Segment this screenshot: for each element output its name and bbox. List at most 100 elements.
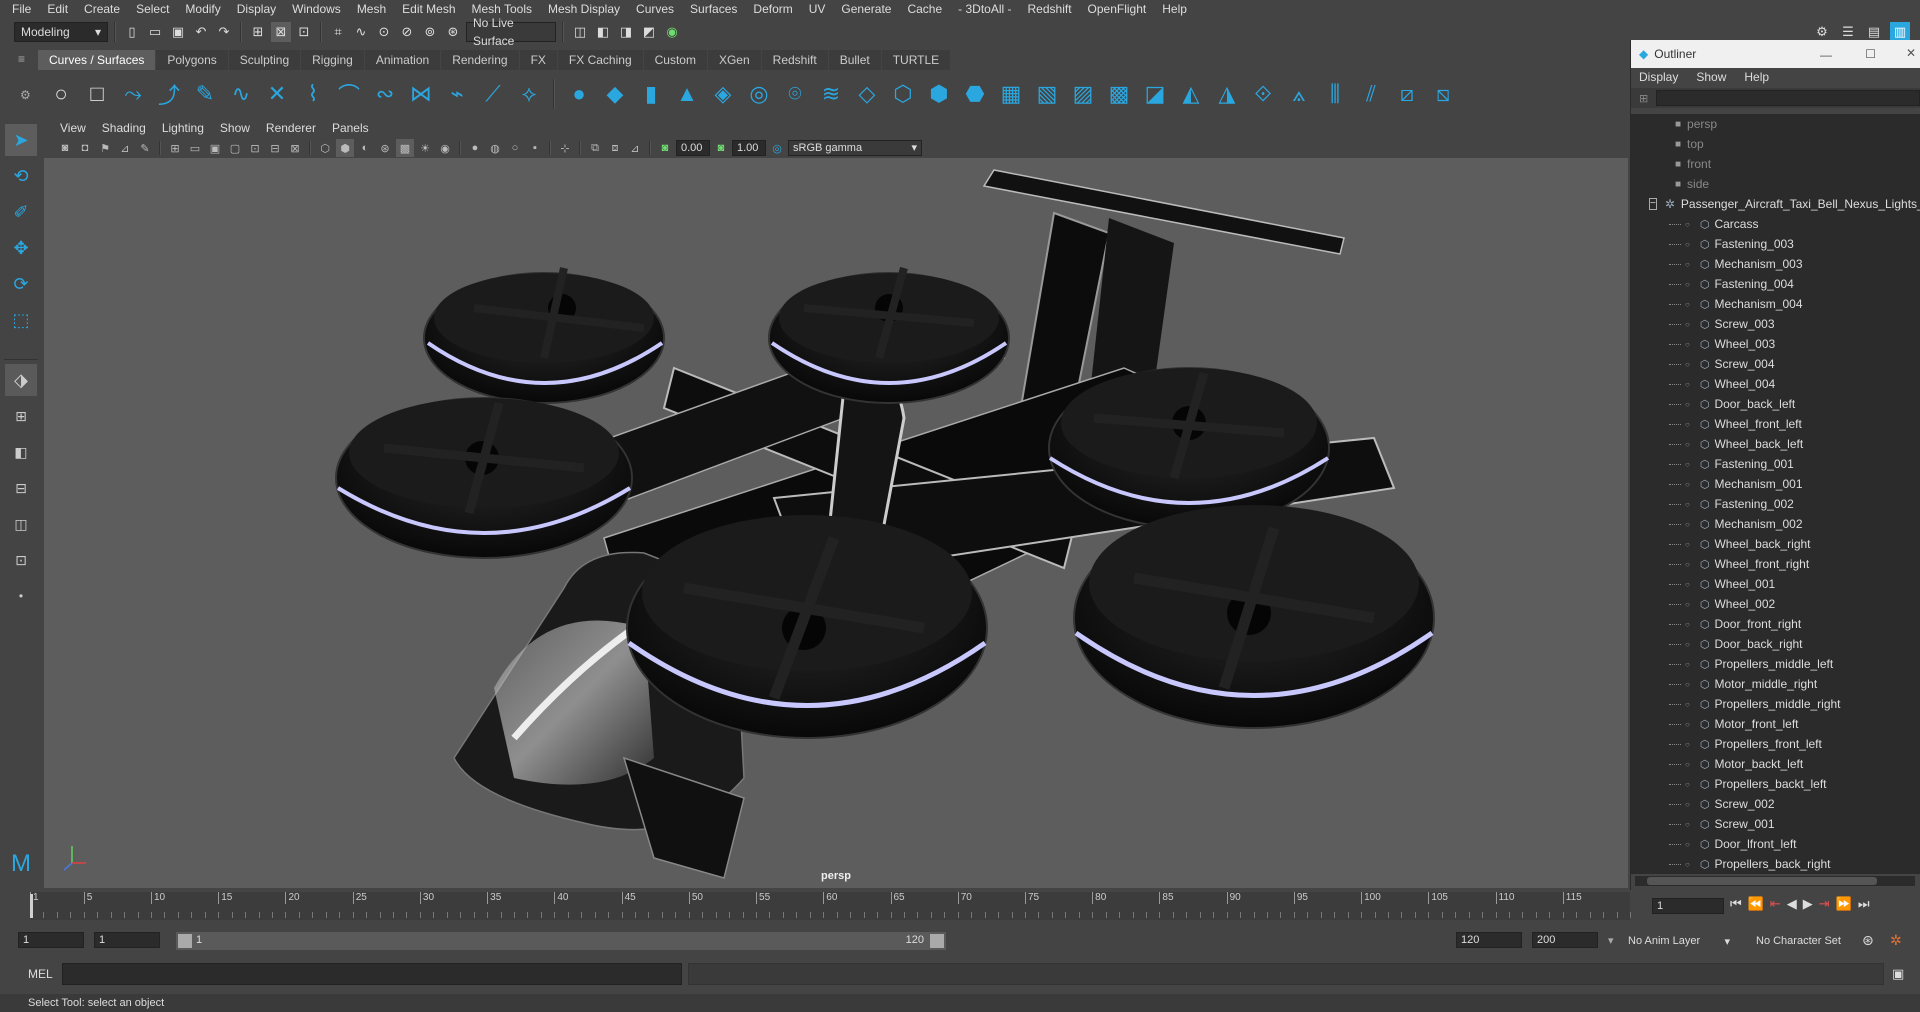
- shelf-menu-icon[interactable]: ≡: [18, 52, 32, 66]
- new-scene-icon[interactable]: ▯: [122, 22, 142, 42]
- workspace-selector[interactable]: Modeling ▾: [14, 22, 108, 42]
- depth-of-field-icon[interactable]: ▪: [526, 139, 544, 157]
- outliner-item-mesh[interactable]: ○ ⬡ Fastening_003: [1631, 234, 1920, 254]
- hypershade-icon[interactable]: ◩: [639, 22, 659, 42]
- end-time-field[interactable]: 200: [1532, 932, 1598, 948]
- curve-detach-icon[interactable]: ⌒: [334, 79, 364, 109]
- planar-icon[interactable]: ◇: [852, 79, 882, 109]
- extrude-icon[interactable]: ⬡: [888, 79, 918, 109]
- menu-generate[interactable]: Generate: [833, 0, 899, 18]
- gamma-field[interactable]: 1.00: [732, 140, 766, 156]
- exposure-icon[interactable]: ◙: [656, 139, 674, 157]
- colorspace-selector[interactable]: sRGB gamma ▾: [788, 140, 922, 156]
- bevel-plus-icon[interactable]: ▧: [1032, 79, 1062, 109]
- outliner-item-root-group[interactable]: − ✲ Passenger_Aircraft_Taxi_Bell_Nexus_Lig…: [1631, 194, 1920, 214]
- nurbs-sphere-icon[interactable]: ●: [564, 79, 594, 109]
- outliner-item-mesh[interactable]: ○ ⬡ Wheel_004: [1631, 374, 1920, 394]
- image-plane-icon[interactable]: ⊿: [116, 139, 134, 157]
- outliner-item-camera[interactable]: ■ persp: [1631, 114, 1920, 134]
- outliner-item-mesh[interactable]: ○ ⬡ Wheel_001: [1631, 574, 1920, 594]
- animation-preferences-icon[interactable]: ✲: [1890, 932, 1902, 949]
- shelf-tab-animation[interactable]: Animation: [364, 50, 441, 70]
- time-ruler[interactable]: 1 5 10 15 20 25 30 35 40 45 50 55 60 65 70 75 80 85 90 95 10…: [30, 892, 1631, 920]
- outliner-item-camera[interactable]: ■ top: [1631, 134, 1920, 154]
- square-surface-icon[interactable]: ▦: [996, 79, 1026, 109]
- panel-menu-renderer[interactable]: Renderer: [258, 121, 324, 135]
- shelf-tab-sculpting[interactable]: Sculpting: [228, 50, 301, 70]
- screen-space-ao-icon[interactable]: ●: [466, 139, 484, 157]
- shelf-tab-xgen[interactable]: XGen: [707, 50, 761, 70]
- perspective-uv-layout-icon[interactable]: ◫: [5, 508, 37, 540]
- detach-surfaces-icon[interactable]: ⟐: [1248, 79, 1278, 109]
- auto-key-icon[interactable]: ⊛: [1862, 932, 1874, 949]
- outliner-search[interactable]: ⊞: [1631, 88, 1920, 108]
- panel-menu-shading[interactable]: Shading: [94, 121, 154, 135]
- outliner-item-mesh[interactable]: ○ ⬡ Screw_002: [1631, 794, 1920, 814]
- collapse-icon[interactable]: −: [1649, 198, 1657, 210]
- bezier-curve-icon[interactable]: ✕: [262, 79, 292, 109]
- boundary-icon[interactable]: ⬣: [960, 79, 990, 109]
- curve-extend-icon[interactable]: ⟋: [478, 79, 508, 109]
- nurbs-cylinder-icon[interactable]: ▮: [636, 79, 666, 109]
- lasso-tool-icon[interactable]: ⟲: [5, 160, 37, 192]
- nurbs-circle-icon[interactable]: ○: [46, 79, 76, 109]
- open-scene-icon[interactable]: ▭: [145, 22, 165, 42]
- outliner-item-mesh[interactable]: ○ ⬡ Propellers_back_right: [1631, 854, 1920, 874]
- live-surface-field[interactable]: No Live Surface: [466, 16, 556, 48]
- perspective-graph-layout-icon[interactable]: ⊟: [5, 472, 37, 504]
- sculpt-geometry-icon[interactable]: ⧅: [1428, 79, 1458, 109]
- outliner-h-scrollbar[interactable]: [1635, 876, 1915, 886]
- panel-menu-view[interactable]: View: [52, 121, 94, 135]
- outliner-item-mesh[interactable]: ○ ⬡ Wheel_003: [1631, 334, 1920, 354]
- outliner-item-mesh[interactable]: ○ ⬡ Fastening_001: [1631, 454, 1920, 474]
- outliner-item-mesh[interactable]: ○ ⬡ Fastening_004: [1631, 274, 1920, 294]
- attach-surfaces-icon[interactable]: ◮: [1212, 79, 1242, 109]
- outliner-item-mesh[interactable]: ○ ⬡ Motor_middle_right: [1631, 674, 1920, 694]
- select-hierarchy-icon[interactable]: ⊞: [248, 22, 268, 42]
- trim-tool-icon[interactable]: ◪: [1140, 79, 1170, 109]
- select-tool-icon[interactable]: ➤: [5, 124, 37, 156]
- go-to-start-icon[interactable]: ⏮: [1730, 896, 1742, 912]
- film-gate-icon[interactable]: ▭: [186, 139, 204, 157]
- camera-attributes-icon[interactable]: ◘: [76, 139, 94, 157]
- outliner-item-mesh[interactable]: ○ ⬡ Carcass: [1631, 214, 1920, 234]
- insert-isoparm-icon[interactable]: ⫼: [1320, 79, 1350, 109]
- perspective-outliner-layout-icon[interactable]: ◧: [5, 436, 37, 468]
- outliner-item-mesh[interactable]: ○ ⬡ Door_back_right: [1631, 634, 1920, 654]
- field-chart-icon[interactable]: ⊡: [246, 139, 264, 157]
- textured-icon[interactable]: ▩: [396, 139, 414, 157]
- script-editor-icon[interactable]: ▣: [1892, 966, 1904, 982]
- shelf-tab-turtle[interactable]: TURTLE: [881, 50, 951, 70]
- outliner-item-mesh[interactable]: ○ ⬡ Mechanism_001: [1631, 474, 1920, 494]
- perspective-viewport[interactable]: persp: [44, 158, 1628, 888]
- wireframe-on-shaded-icon[interactable]: ⊛: [376, 139, 394, 157]
- safe-action-icon[interactable]: ⊟: [266, 139, 284, 157]
- snap-view-icon[interactable]: ⊘: [397, 22, 417, 42]
- outliner-item-mesh[interactable]: ○ ⬡ Door_lfront_left: [1631, 834, 1920, 854]
- outliner-menu-help[interactable]: Help: [1744, 70, 1769, 84]
- outliner-item-mesh[interactable]: ○ ⬡ Propellers_front_left: [1631, 734, 1920, 754]
- playback-end-field[interactable]: 120: [1456, 932, 1522, 948]
- command-input[interactable]: [62, 963, 682, 985]
- select-object-icon[interactable]: ⊠: [271, 22, 291, 42]
- isolate-select-icon[interactable]: ⊹: [556, 139, 574, 157]
- shelf-tab-custom[interactable]: Custom: [643, 50, 707, 70]
- four-view-layout-icon[interactable]: ⊞: [5, 400, 37, 432]
- menu-surfaces[interactable]: Surfaces: [682, 0, 745, 18]
- curve-reverse-icon[interactable]: ⌁: [442, 79, 472, 109]
- xray-joints-icon[interactable]: ⊿: [626, 139, 644, 157]
- step-forward-frame-icon[interactable]: ⇥: [1819, 896, 1830, 912]
- outliner-item-mesh[interactable]: ○ ⬡ Wheel_front_left: [1631, 414, 1920, 434]
- default-material-icon[interactable]: ◐: [356, 139, 374, 157]
- modeling-toolkit-icon[interactable]: ⚙: [1812, 22, 1832, 42]
- menu-modify[interactable]: Modify: [177, 0, 228, 18]
- outliner-menu-show[interactable]: Show: [1696, 70, 1726, 84]
- snap-curve-icon[interactable]: ∿: [351, 22, 371, 42]
- outliner-item-mesh[interactable]: ○ ⬡ Mechanism_004: [1631, 294, 1920, 314]
- smooth-shade-icon[interactable]: ⬢: [336, 139, 354, 157]
- snap-pivot-icon[interactable]: ⊛: [443, 22, 463, 42]
- hypershade-layout-icon[interactable]: ⊡: [5, 544, 37, 576]
- shelf-tab-fx-caching[interactable]: FX Caching: [557, 50, 643, 70]
- outliner-search-input[interactable]: [1656, 90, 1920, 106]
- cv-curve-icon[interactable]: ⤳: [118, 79, 148, 109]
